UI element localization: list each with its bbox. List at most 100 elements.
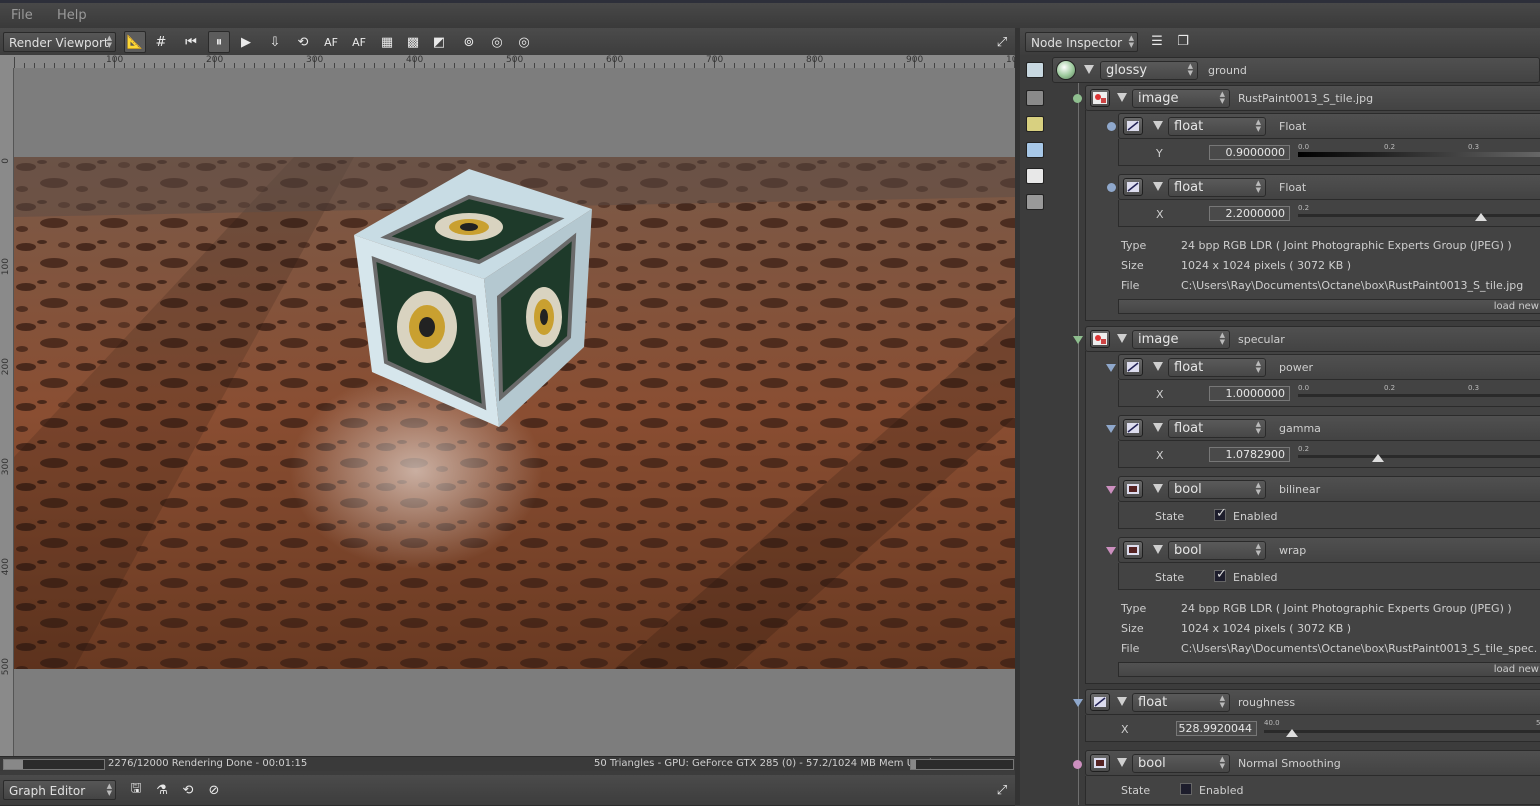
tidy-graph-icon[interactable]: ⊘	[203, 779, 225, 801]
grid-icon[interactable]: #	[150, 31, 172, 53]
collapse-triangle-icon[interactable]	[1153, 545, 1163, 554]
render-target-icon[interactable]	[1026, 62, 1044, 78]
wrap-checkbox[interactable]: ✓	[1214, 567, 1227, 582]
node-bool-bilinear[interactable]: bool ▲ ▼ bilinear	[1118, 476, 1540, 502]
param-slider[interactable]	[1298, 394, 1540, 397]
menu-help[interactable]: Help	[57, 8, 87, 23]
float-node-icon	[1123, 358, 1143, 376]
param-value-field[interactable]: 1.0782900	[1209, 447, 1290, 462]
collapse-triangle-icon[interactable]	[1117, 758, 1127, 767]
viewport-mode-dropdown[interactable]: Render Viewport ▲ ▼	[3, 32, 116, 52]
collapse-triangle-icon[interactable]	[1153, 484, 1163, 493]
material-picker-icon[interactable]: ⚗	[151, 779, 173, 801]
kernel-icon[interactable]	[1026, 194, 1044, 210]
pin-triangle	[1073, 699, 1083, 707]
render-status-bar: 2276/12000 Rendering Done - 00:01:15 50 …	[0, 756, 1015, 771]
collapse-all-icon[interactable]: ☰	[1146, 30, 1168, 52]
bool-node-icon	[1090, 754, 1110, 772]
environment-icon[interactable]	[1026, 116, 1044, 132]
node-type-dropdown[interactable]: bool ▲ ▼	[1168, 541, 1266, 560]
collapse-triangle-icon[interactable]	[1117, 697, 1127, 706]
node-type-label: float	[1174, 119, 1204, 134]
collapse-triangle-icon[interactable]	[1084, 65, 1094, 74]
fullscreen-icon[interactable]: ⤢	[991, 31, 1013, 53]
focus-picker-icon[interactable]: AF	[348, 31, 370, 53]
autofocus-icon[interactable]: AF	[320, 31, 342, 53]
alpha-icon[interactable]: ◩	[428, 31, 450, 53]
save-graph-icon[interactable]: 🖫	[125, 779, 147, 801]
node-type-dropdown[interactable]: bool ▲ ▼	[1168, 480, 1266, 499]
mesh-icon[interactable]	[1026, 142, 1044, 158]
param-value-field[interactable]: 1.0000000	[1209, 386, 1290, 401]
node-float-power-1[interactable]: float ▲ ▼ Float	[1118, 174, 1540, 200]
stereo-icon[interactable]: ⊚	[458, 31, 480, 53]
param-slider[interactable]	[1298, 455, 1540, 458]
pause-icon[interactable]: ⏸	[208, 31, 230, 53]
node-bool-wrap[interactable]: bool ▲ ▼ wrap	[1118, 537, 1540, 563]
load-new-button[interactable]: load new	[1118, 662, 1540, 677]
node-diffuse-image[interactable]: image ▲ ▼ RustPaint0013_S_tile.jpg	[1085, 85, 1540, 111]
param-slider[interactable]	[1298, 152, 1540, 157]
camera-icon[interactable]	[1026, 90, 1044, 106]
param-value-field[interactable]: 0.9000000	[1209, 145, 1290, 160]
info-file-value: C:\Users\Ray\Documents\Octane\box\RustPa…	[1181, 279, 1524, 292]
collapse-triangle-icon[interactable]	[1117, 334, 1127, 343]
expand-all-icon[interactable]: ❐	[1172, 30, 1194, 52]
param-value-field[interactable]: 528.9920044	[1176, 721, 1257, 736]
collapse-triangle-icon[interactable]	[1153, 182, 1163, 191]
viewport-toolbar: Render Viewport ▲ ▼ 📐 # ⏮ ⏸ ▶ ⇩ ⟲ AF AF ▦ ▩ ◩ ⊚ ◎ ◎ ⤢	[0, 28, 1015, 56]
info-type-value: 24 bpp RGB LDR ( Joint Photographic Expe…	[1181, 239, 1512, 252]
menu-file[interactable]: File	[11, 8, 33, 23]
node-float-gamma-1[interactable]: float ▲ ▼ Float	[1118, 113, 1540, 139]
restart-icon[interactable]: ⏮	[180, 31, 202, 53]
play-icon[interactable]: ▶	[235, 31, 257, 53]
image-icon[interactable]	[1026, 168, 1044, 184]
node-type-dropdown[interactable]: bool ▲ ▼	[1132, 754, 1230, 773]
graph-fullscreen-icon[interactable]: ⤢	[991, 779, 1013, 801]
pin-triangle	[1106, 425, 1116, 433]
node-specular-image[interactable]: image ▲ ▼ specular	[1085, 326, 1540, 352]
slider-thumb[interactable]	[1475, 213, 1487, 221]
node-type-dropdown[interactable]: float ▲ ▼	[1168, 419, 1266, 438]
render-viewport[interactable]	[14, 68, 1015, 756]
collapse-triangle-icon[interactable]	[1117, 93, 1127, 102]
graph-editor-dropdown[interactable]: Graph Editor ▲ ▼	[3, 780, 116, 800]
node-inspector-dropdown[interactable]: Node Inspector ▲ ▼	[1025, 32, 1138, 52]
node-name-label: Normal Smoothing	[1238, 757, 1341, 770]
ruler-icon[interactable]: 📐	[124, 31, 146, 53]
slider-thumb[interactable]	[1372, 454, 1384, 462]
ruler-label: 700	[706, 55, 724, 65]
node-type-dropdown[interactable]: image ▲ ▼	[1132, 89, 1230, 108]
node-float-power-2[interactable]: float ▲ ▼ power	[1118, 354, 1540, 380]
export-icon[interactable]: ⇩	[264, 31, 286, 53]
normal-smoothing-checkbox[interactable]	[1180, 783, 1192, 795]
node-type-dropdown[interactable]: float ▲ ▼	[1168, 117, 1266, 136]
node-float-roughness[interactable]: float ▲ ▼ roughness	[1085, 689, 1540, 715]
load-new-button[interactable]: load new	[1118, 299, 1540, 314]
param-value-field[interactable]: 2.2000000	[1209, 206, 1290, 221]
node-type-dropdown[interactable]: float ▲ ▼	[1168, 358, 1266, 377]
state-label: State	[1121, 784, 1151, 797]
node-type-dropdown[interactable]: float ▲ ▼	[1132, 693, 1230, 712]
param-slider[interactable]	[1298, 214, 1540, 217]
node-bool-normal-smoothing[interactable]: bool ▲ ▼ Normal Smoothing	[1085, 750, 1540, 776]
collapse-triangle-icon[interactable]	[1153, 362, 1163, 371]
region-icon[interactable]: ▦	[376, 31, 398, 53]
collapse-triangle-icon[interactable]	[1153, 121, 1163, 130]
bilinear-checkbox[interactable]: ✓	[1214, 506, 1227, 521]
param-slider[interactable]	[1264, 730, 1540, 733]
slider-thumb[interactable]	[1286, 729, 1298, 737]
render-image[interactable]	[14, 157, 1015, 669]
camera-reset-icon[interactable]: ⟲	[292, 31, 314, 53]
world-lock-icon[interactable]: ◎	[486, 31, 508, 53]
updown-arrow-icon: ▲ ▼	[1255, 481, 1261, 496]
world-unlock-icon[interactable]: ◎	[513, 31, 535, 53]
node-type-dropdown[interactable]: image ▲ ▼	[1132, 330, 1230, 349]
node-type-dropdown[interactable]: float ▲ ▼	[1168, 178, 1266, 197]
collapse-triangle-icon[interactable]	[1153, 423, 1163, 432]
refresh-graph-icon[interactable]: ⟲	[177, 779, 199, 801]
checker-icon[interactable]: ▩	[402, 31, 424, 53]
node-float-gamma-2[interactable]: float ▲ ▼ gamma	[1118, 415, 1540, 441]
node-type-dropdown[interactable]: glossy ▲ ▼	[1100, 61, 1198, 80]
node-glossy[interactable]: glossy ▲ ▼ ground	[1052, 57, 1540, 83]
